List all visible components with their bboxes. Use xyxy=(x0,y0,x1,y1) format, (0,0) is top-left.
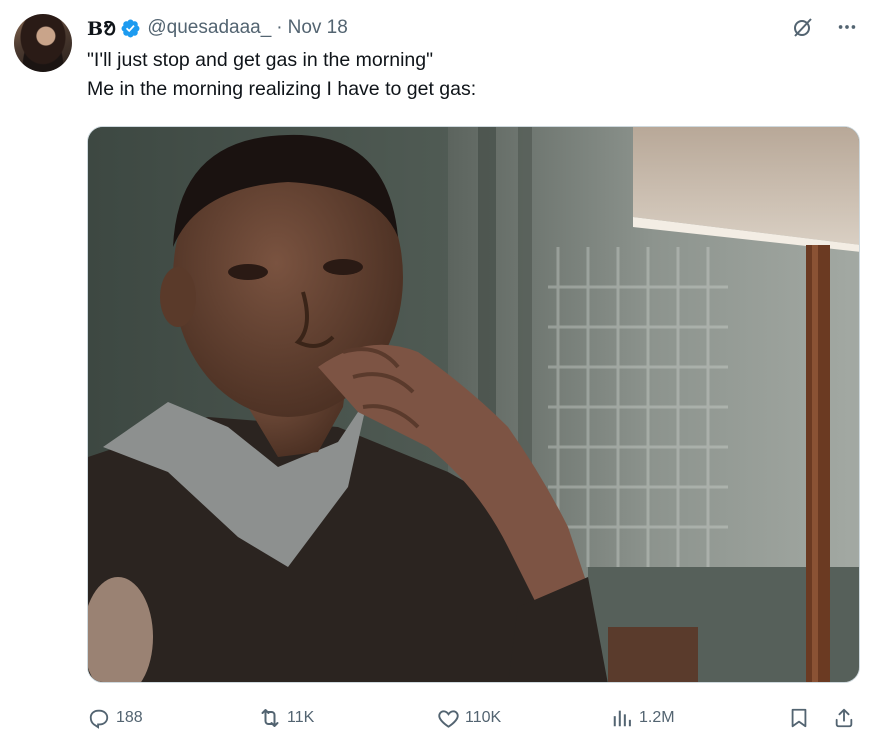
photo-image xyxy=(88,127,859,682)
tweet-text-line: "I'll just stop and get gas in the morni… xyxy=(87,49,434,71)
more-icon[interactable] xyxy=(834,14,860,40)
bookmark-icon xyxy=(787,706,811,730)
reply-count: 188 xyxy=(116,709,143,726)
avatar[interactable] xyxy=(14,14,72,72)
tweet-photo[interactable] xyxy=(87,126,860,683)
tweet-text-line: Me in the morning realizing I have to ge… xyxy=(87,78,477,100)
separator-dot: · xyxy=(276,17,283,38)
tweet: Bᱚ @quesadaaa_ · Nov 18 "I'll just stop … xyxy=(0,0,876,746)
tweet-text: "I'll just stop and get gas in the morni… xyxy=(87,46,476,104)
tweet-header: Bᱚ @quesadaaa_ · Nov 18 xyxy=(87,14,348,42)
views-count: 1.2M xyxy=(639,709,675,726)
share-button[interactable] xyxy=(832,700,861,736)
tweet-timestamp[interactable]: Nov 18 xyxy=(288,17,348,39)
grok-icon[interactable] xyxy=(790,14,816,40)
retweet-count: 11K xyxy=(287,709,315,726)
reply-button[interactable]: 188 xyxy=(87,700,143,736)
share-icon xyxy=(832,706,856,730)
verified-badge-icon xyxy=(120,18,141,39)
tweet-top-actions xyxy=(790,14,860,40)
retweet-button[interactable]: 11K xyxy=(258,700,314,736)
heart-icon xyxy=(436,706,460,730)
tweet-actions: 188 11K 110K 1.2M xyxy=(87,700,860,736)
display-name[interactable]: Bᱚ xyxy=(87,15,116,41)
views-button[interactable]: 1.2M xyxy=(610,700,675,736)
like-count: 110K xyxy=(465,709,502,726)
author-handle[interactable]: @quesadaaa_ xyxy=(147,17,271,39)
views-icon xyxy=(610,706,634,730)
retweet-icon xyxy=(258,706,282,730)
bookmark-button[interactable] xyxy=(787,700,816,736)
like-button[interactable]: 110K xyxy=(436,700,501,736)
reply-icon xyxy=(87,706,111,730)
